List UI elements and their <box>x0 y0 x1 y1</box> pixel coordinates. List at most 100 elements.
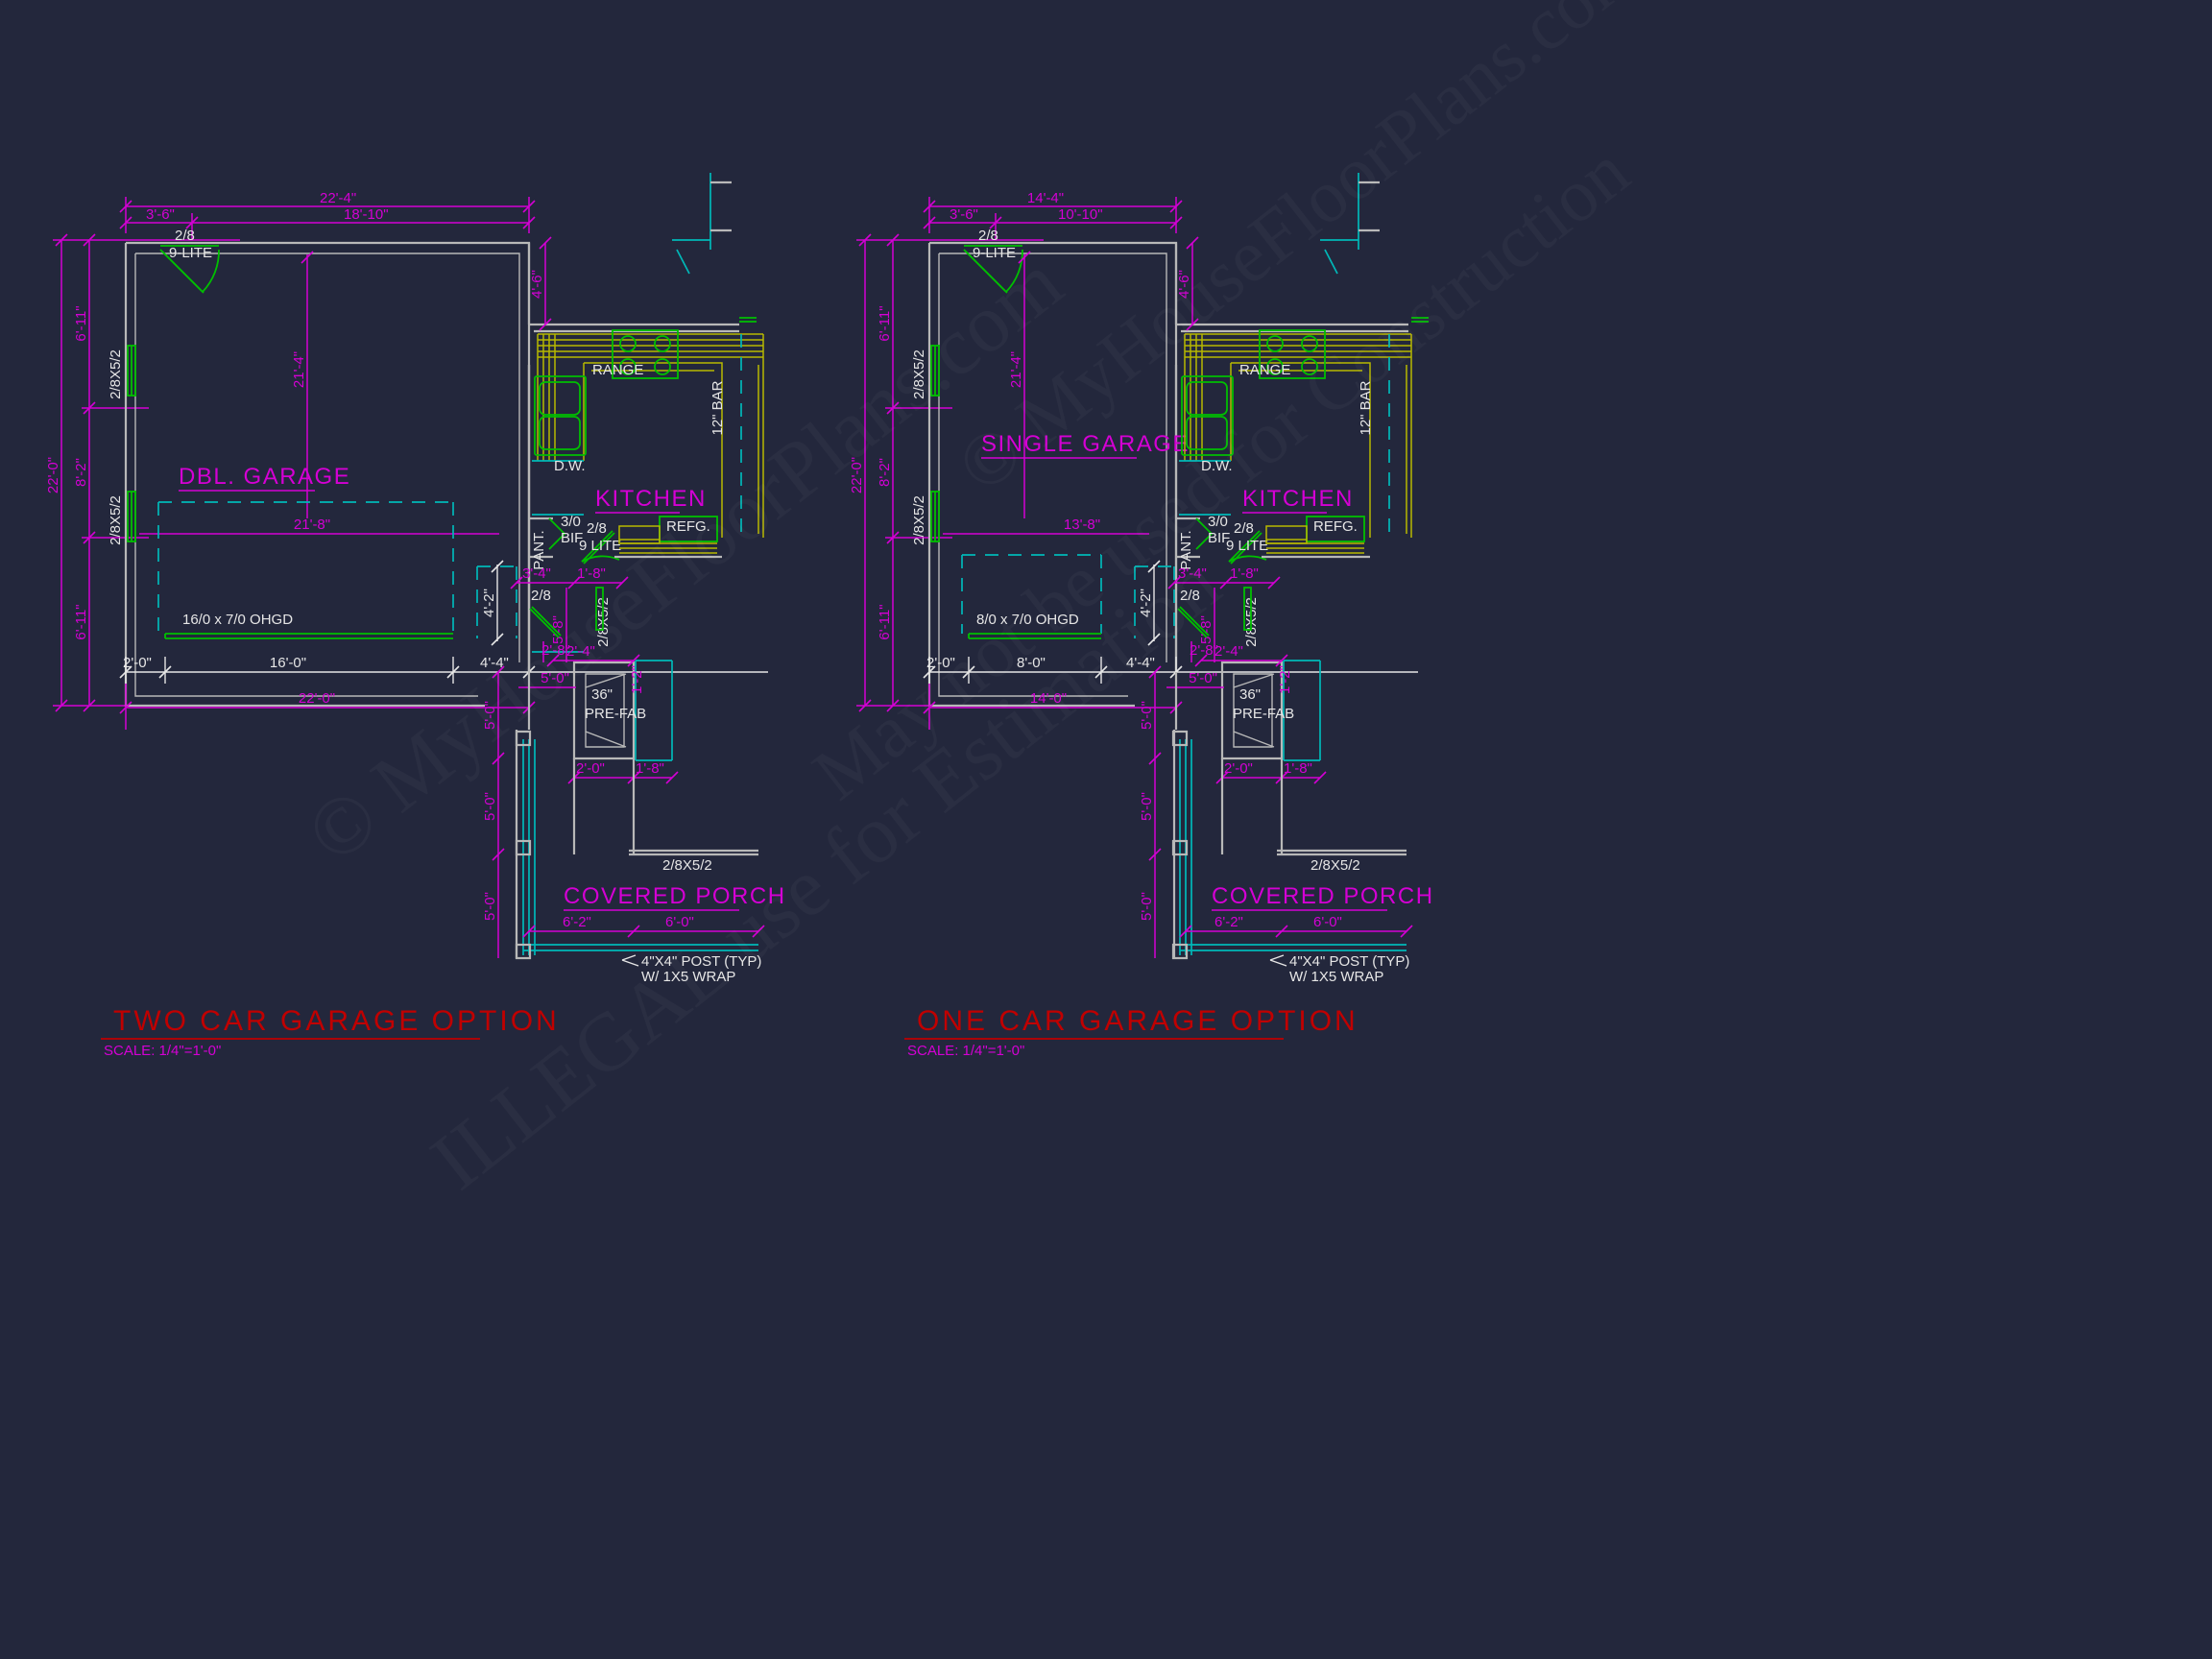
dim-porch-v1-r: 5'-0" <box>1139 701 1155 730</box>
label-porch-r: COVERED PORCH <box>1212 883 1434 909</box>
window-left-upper: 2/8X5/2 <box>108 345 136 399</box>
dim-bottom-overall-r: 14'-0" <box>1030 690 1067 707</box>
dim-left-overall: 22'-0" <box>45 457 61 493</box>
label-fireplace-size-r: 36" <box>1239 686 1261 703</box>
label-kitchen-door-size-r: 2/8 <box>1234 520 1254 537</box>
left-dimension-chain-r: 22'-0" 6'-11" 8'-2" 6'-11" <box>849 233 1044 712</box>
window-left-upper-r: 2/8X5/2 <box>911 345 940 399</box>
dim-inner-horizontal-r: 13'-8" <box>1064 517 1100 533</box>
label-refrigerator: REFG. <box>666 518 710 535</box>
label-bar: 12" BAR <box>709 380 726 435</box>
label-entry-door-type: 9-LITE <box>169 245 212 261</box>
door-entry-garage-r: 2/8 9-LITE <box>963 228 1023 294</box>
dim-slab-depth: 4'-2" <box>481 589 497 617</box>
note-post-line1-r: 4"X4" POST (TYP) <box>1289 953 1409 970</box>
label-pantry-door-size-r: 3/0 <box>1208 514 1228 530</box>
label-pantry-door-size: 3/0 <box>561 514 581 530</box>
dim-fire-d-r: 1'-8" <box>1284 760 1312 777</box>
label-dishwasher-r: D.W. <box>1201 458 1233 474</box>
label-window-left-lower: 2/8X5/2 <box>108 495 124 545</box>
dim-porch-b1-r: 6'-2" <box>1214 914 1243 930</box>
dim-porch-v3-r: 5'-0" <box>1139 892 1155 921</box>
refrigerator-unit: REFG. <box>614 516 722 559</box>
dim-bottom-a-r: 2'-0" <box>926 655 955 671</box>
top-dimension-chain-r: 14'-4" 3'-6" 10'-10" <box>923 190 1183 240</box>
pantry-closet-r: PANT. 3/0 BIF <box>1176 514 1230 570</box>
dim-top-overall: 22'-4" <box>320 190 356 206</box>
door-entry-garage: 2/8 9-LITE <box>159 228 220 294</box>
fireplace-prefab-r: 36" PRE-FAB 2'-4" 5'-0" 2'-0" 1'-8" 1'-2… <box>1166 643 1327 784</box>
plan-title-block-one-car: ONE CAR GARAGE OPTION SCALE: 1/4"=1'-0" <box>904 1005 1356 1059</box>
dim-fire-d: 1'-8" <box>636 760 664 777</box>
label-garage: DBL. GARAGE <box>179 464 350 490</box>
label-window-left-lower-r: 2/8X5/2 <box>911 495 927 545</box>
cad-drawing-canvas: .w { stroke:#b8b8b8; stroke-width:2.2; f… <box>0 0 2212 1659</box>
label-range-r: RANGE <box>1239 362 1290 378</box>
label-pantry: PANT. <box>531 530 547 569</box>
label-pantry-r: PANT. <box>1178 530 1194 569</box>
label-fireplace-type: PRE-FAB <box>585 706 646 722</box>
dim-porch-b1: 6'-2" <box>563 914 591 930</box>
bar-counter: 12" BAR <box>709 334 742 534</box>
dim-fire-b-r: 5'-0" <box>1189 670 1217 686</box>
label-window-porch: 2/8X5/2 <box>662 857 712 874</box>
label-overhead-door: 16/0 x 7/0 OHGD <box>182 612 293 628</box>
side-entry-slab-r: 4'-2" <box>1134 560 1175 646</box>
label-garage-r: SINGLE GARAGE <box>981 431 1190 457</box>
dim-left-seg-b-r: 8'-2" <box>877 458 893 487</box>
label-window-left-upper-r: 2/8X5/2 <box>911 349 927 399</box>
dim-left-seg-c: 6'-11" <box>73 604 89 639</box>
side-entry-slab: 4'-2" <box>476 560 517 646</box>
dim-porch-b2: 6'-0" <box>665 914 694 930</box>
floor-plan-svg: .w { stroke:#b8b8b8; stroke-width:2.2; f… <box>45 173 1434 1059</box>
label-kitchen-r: KITCHEN <box>1242 486 1354 512</box>
label-overhead-door-r: 8/0 x 7/0 OHGD <box>976 612 1079 628</box>
dim-right-top-r: 4'-6" <box>1176 270 1192 299</box>
label-entry-door-type-r: 9-LITE <box>973 245 1016 261</box>
dim-slab-depth-r: 4'-2" <box>1138 589 1154 617</box>
plan-scale: SCALE: 1/4"=1'-0" <box>104 1043 221 1059</box>
label-dishwasher: D.W. <box>554 458 586 474</box>
plan-scale-r: SCALE: 1/4"=1'-0" <box>907 1043 1024 1059</box>
dim-top-seg-b-r: 10'-10" <box>1058 206 1103 223</box>
dim-porch-v1: 5'-0" <box>482 701 498 730</box>
inner-dimensions: 21'-4" 21'-8" <box>139 251 499 535</box>
dim-porch-v2: 5'-0" <box>482 792 498 821</box>
dim-inner-vertical: 21'-4" <box>291 351 307 388</box>
note-post-line2: W/ 1X5 WRAP <box>641 969 735 985</box>
refrigerator-unit-r: REFG. <box>1262 516 1370 559</box>
garage-walls-r <box>927 241 1178 708</box>
dim-bottom-overall: 22'-0" <box>299 690 335 707</box>
dim-bottom-b-r: 8'-0" <box>1017 655 1046 671</box>
label-entry-door-size-r: 2/8 <box>978 228 998 244</box>
dim-porch-v2-r: 5'-0" <box>1139 792 1155 821</box>
right-top-marks: 4'-6" <box>529 173 757 331</box>
dim-bottom-c: 4'-4" <box>480 655 509 671</box>
overhead-garage-door-r: 8/0 x 7/0 OHGD <box>968 612 1101 639</box>
fireplace-prefab: 36" PRE-FAB 2'-4" 5'-0" 2'-0" 1'-8" 1'-2… <box>518 643 679 784</box>
dim-left-seg-a-r: 6'-11" <box>877 305 893 341</box>
dim-left-seg-b: 8'-2" <box>73 458 89 487</box>
dim-fire-e-r: 1'-2" <box>1277 665 1293 694</box>
bottom-dimension-chain-r: 2'-0" 8'-0" 4'-4" <box>923 655 1418 684</box>
label-fireplace-size: 36" <box>591 686 613 703</box>
label-kitchen-door-type-r: 9 LITE <box>1226 538 1268 554</box>
note-post-line2-r: W/ 1X5 WRAP <box>1289 969 1383 985</box>
dim-kitch-d-r: 5'-8" <box>1198 615 1214 644</box>
dim-kitch-d: 5'-8" <box>550 615 566 644</box>
overhead-garage-door: 16/0 x 7/0 OHGD <box>164 612 453 639</box>
label-service-door-size: 2/8 <box>531 588 551 604</box>
dim-kitch-a-r: 3'-4" <box>1178 565 1207 582</box>
note-post-line1: 4"X4" POST (TYP) <box>641 953 761 970</box>
plan-two-car: 22'-4" 3'-6" 18'-10" 22'-0" 6'-11" 8'-2"… <box>45 173 786 1059</box>
pantry-closet: PANT. 3/0 BIF <box>529 514 583 570</box>
inner-dimensions-r: 21'-4" 13'-8" <box>943 251 1149 535</box>
plan-title-block-two-car: TWO CAR GARAGE OPTION SCALE: 1/4"=1'-0" <box>101 1005 557 1059</box>
right-top-marks-r: 4'-6" <box>1176 173 1429 331</box>
dim-top-seg-a-r: 3'-6" <box>950 206 978 223</box>
label-service-door-size-r: 2/8 <box>1180 588 1200 604</box>
bottom-dimension-chain: 2'-0" 16'-0" 4'-4" <box>119 655 768 684</box>
label-porch: COVERED PORCH <box>564 883 786 909</box>
dim-inner-vertical-r: 21'-4" <box>1008 351 1024 388</box>
label-kitchen: KITCHEN <box>595 486 707 512</box>
